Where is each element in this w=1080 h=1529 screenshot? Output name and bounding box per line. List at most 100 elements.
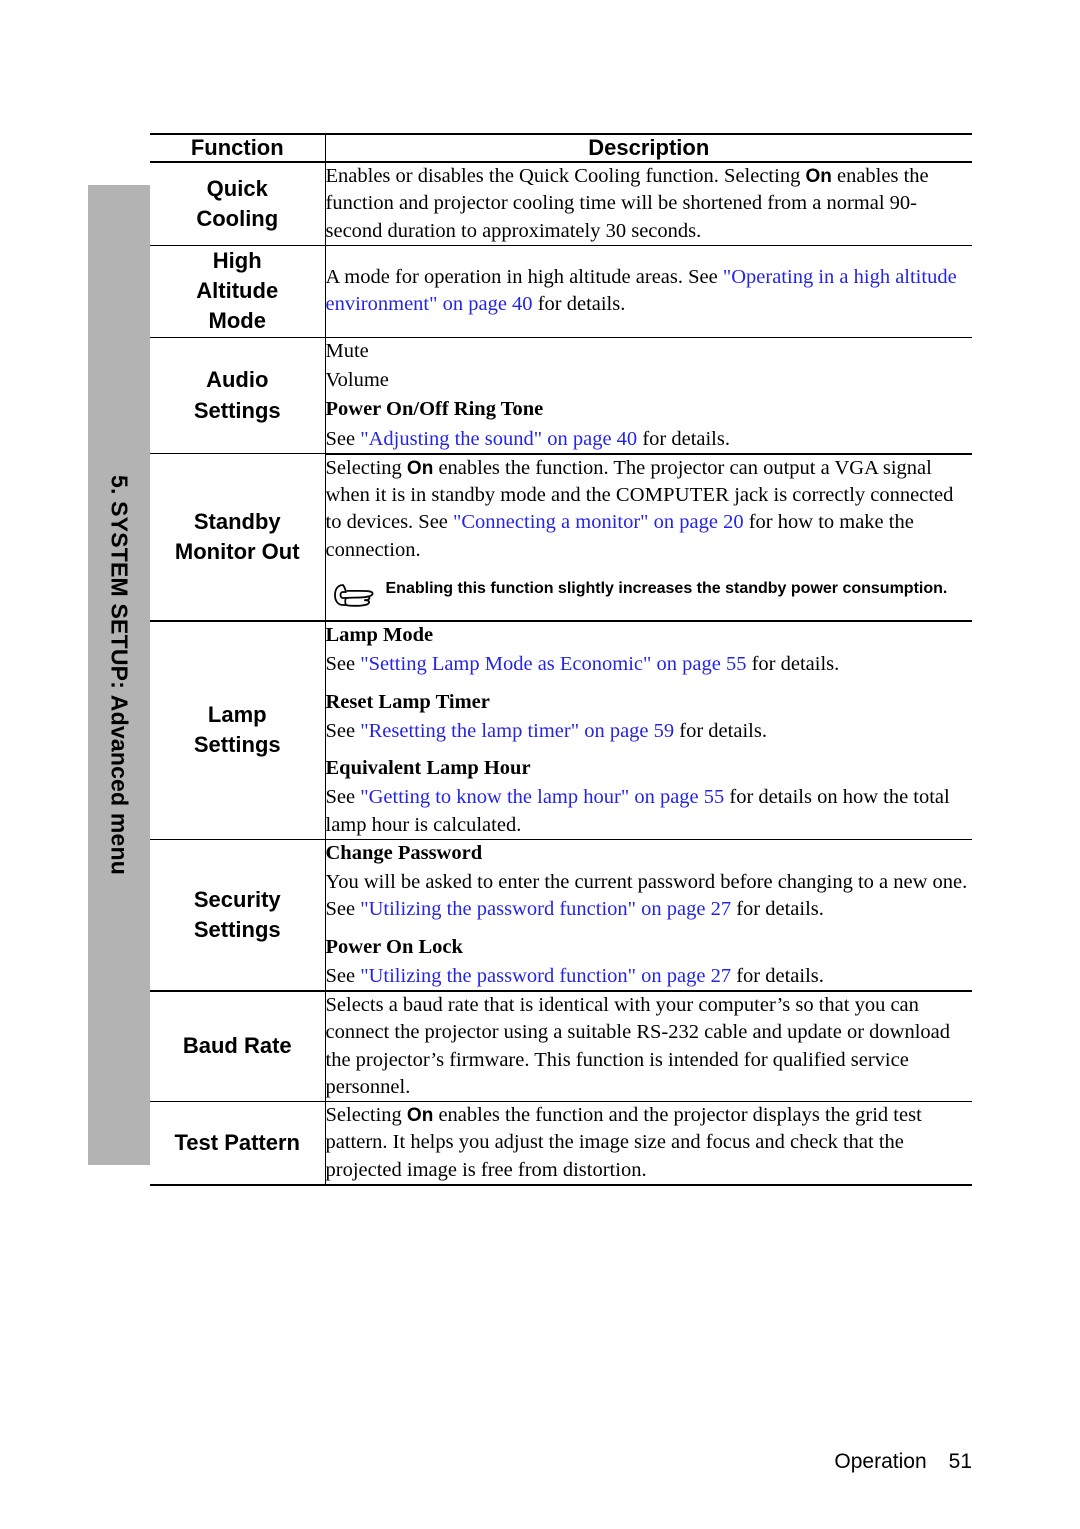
description-test-pattern: Selecting On enables the function and th… [325, 1101, 973, 1186]
description-paragraph: Selects a baud rate that is identical wi… [325, 994, 951, 1098]
function-line: Test Pattern [174, 1129, 300, 1155]
cross-reference-link[interactable]: "Getting to know the lamp hour" on page … [360, 786, 724, 808]
function-line: Settings [193, 916, 281, 942]
description-paragraph: You will be asked to enter the current p… [326, 869, 973, 924]
document-page: 5. SYSTEM SETUP: Advanced menu Function … [0, 0, 1080, 1529]
function-line: Audio [206, 367, 269, 393]
tab-gutter-cell [88, 621, 150, 839]
function-line: Baud Rate [182, 1033, 292, 1059]
cross-reference-link[interactable]: "Connecting a monitor" on page 20 [453, 511, 744, 533]
text-run: See [325, 653, 361, 676]
function-name-lamp-settings: Lamp Settings [150, 621, 326, 840]
text-run: for details. [731, 898, 824, 921]
tab-gutter-cell [88, 162, 150, 245]
sub-item-mute: Mute [325, 339, 369, 362]
table-row: Quick Cooling Enables or disables the Qu… [88, 162, 973, 246]
cross-reference-link[interactable]: "Adjusting the sound" on page 40 [360, 428, 637, 450]
function-name-security-settings: Security Settings [150, 839, 326, 993]
cross-reference-link[interactable]: "Resetting the lamp timer" on page 59 [360, 720, 674, 742]
function-line: Settings [193, 732, 281, 758]
description-paragraph: Selecting On enables the function and th… [326, 1102, 973, 1184]
page-footer: Operation 51 [834, 1450, 972, 1474]
table-row: High Altitude Mode A mode for operation … [88, 245, 973, 338]
function-line: Security [193, 886, 281, 912]
description-high-altitude-mode: A mode for operation in high altitude ar… [325, 245, 973, 338]
text-run: Enables or disables the Quick Cooling fu… [325, 165, 806, 187]
function-line: Cooling [196, 205, 279, 231]
text-run: Selecting [325, 456, 407, 479]
text-run: See [325, 719, 361, 742]
table-row: Baud Rate Selects a baud rate that is id… [88, 991, 972, 1103]
sub-item-power-on-lock: Power On Lock [325, 935, 463, 958]
text-run: for details. [674, 719, 767, 742]
text-run: for details. [637, 427, 730, 450]
text-run-smallcaps: COMPUTER [615, 484, 730, 507]
column-header-description: Description [325, 133, 972, 163]
description-paragraph: See "Resetting the lamp timer" on page 5… [326, 718, 973, 745]
note-text: Enabling this function slightly increase… [385, 579, 948, 597]
text-run: See [325, 964, 361, 987]
description-quick-cooling: Enables or disables the Quick Cooling fu… [325, 162, 973, 246]
pointing-hand-icon [333, 578, 376, 616]
description-paragraph: Selecting On enables the function. The p… [326, 455, 973, 564]
text-run: A mode for operation in high altitude ar… [325, 266, 723, 289]
function-line: Settings [193, 397, 281, 423]
function-name-baud-rate: Baud Rate [150, 991, 326, 1103]
table-row: Audio Settings Mute Volume Power On/Off … [88, 337, 973, 455]
tab-gutter-cell [88, 1102, 150, 1185]
function-name-high-altitude-mode: High Altitude Mode [150, 245, 326, 338]
text-run: Selecting [325, 1104, 407, 1127]
description-standby-monitor-out: Selecting On enables the function. The p… [325, 453, 973, 623]
tab-gutter-cell [88, 454, 150, 621]
description-paragraph: See "Adjusting the sound" on page 40 for… [326, 426, 973, 453]
description-audio-settings: Mute Volume Power On/Off Ring Tone See "… [325, 337, 973, 455]
text-run-emphasis: On [406, 457, 434, 479]
text-run-emphasis: On [805, 166, 832, 187]
description-paragraph: See "Utilizing the password function" on… [326, 963, 973, 990]
tab-gutter-cell [88, 245, 150, 337]
function-line: Standby [193, 508, 281, 534]
table-header-row: Function Description [88, 133, 972, 163]
text-run: See [325, 427, 361, 450]
function-name-quick-cooling: Quick Cooling [150, 162, 326, 246]
table-row: Security Settings Change Password You wi… [88, 839, 973, 993]
function-line: Lamp [207, 702, 267, 728]
function-line: Altitude [196, 278, 279, 304]
cross-reference-link[interactable]: "Setting Lamp Mode as Economic" on page … [360, 653, 746, 675]
table-row: Standby Monitor Out Selecting On enables… [88, 453, 973, 623]
function-name-audio-settings: Audio Settings [150, 337, 326, 455]
description-baud-rate: Selects a baud rate that is identical wi… [325, 991, 972, 1103]
sub-item-reset-lamp-timer: Reset Lamp Timer [325, 690, 490, 713]
description-paragraph: See "Setting Lamp Mode as Economic" on p… [326, 651, 973, 678]
text-run: for details. [532, 293, 626, 316]
text-run: for details. [731, 964, 824, 987]
function-name-standby-monitor-out: Standby Monitor Out [150, 453, 326, 623]
column-header-function: Function [150, 133, 326, 163]
tab-gutter-cell [88, 134, 150, 162]
tab-gutter-cell [88, 839, 150, 991]
footer-page-number: 51 [948, 1450, 972, 1473]
footer-section-label: Operation [834, 1450, 927, 1473]
description-paragraph: See "Getting to know the lamp hour" on p… [326, 784, 973, 839]
description-lamp-settings: Lamp Mode See "Setting Lamp Mode as Econ… [325, 621, 973, 840]
cross-reference-link[interactable]: "Utilizing the password function" on pag… [360, 898, 731, 920]
function-name-test-pattern: Test Pattern [150, 1101, 326, 1186]
sub-item-lamp-mode: Lamp Mode [325, 624, 434, 647]
cross-reference-link[interactable]: "Utilizing the password function" on pag… [360, 965, 731, 987]
sub-item-change-password: Change Password [325, 841, 483, 864]
tab-gutter-cell [88, 991, 150, 1102]
tab-gutter-cell [88, 337, 150, 454]
function-line: Mode [208, 308, 266, 334]
sub-item-equivalent-lamp-hour: Equivalent Lamp Hour [325, 757, 531, 780]
table-row: Test Pattern Selecting On enables the fu… [88, 1101, 973, 1186]
description-security-settings: Change Password You will be asked to ent… [325, 839, 973, 993]
table-row: Lamp Settings Lamp Mode See "Setting Lam… [88, 621, 973, 840]
description-paragraph: A mode for operation in high altitude ar… [326, 264, 973, 319]
note-callout: Enabling this function slightly increase… [326, 578, 973, 616]
description-paragraph: Enables or disables the Quick Cooling fu… [326, 163, 973, 245]
function-line: Monitor Out [174, 539, 300, 565]
settings-table: Function Description Quick Cooling Enabl… [88, 133, 972, 1186]
